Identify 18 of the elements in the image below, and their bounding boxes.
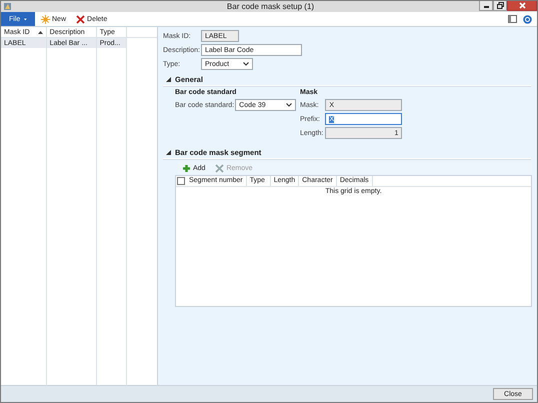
cross-icon bbox=[76, 14, 86, 24]
window-title: Bar code mask setup (1) bbox=[226, 2, 316, 11]
chevron-icon bbox=[286, 103, 292, 107]
app-icon bbox=[3, 2, 12, 11]
minimize-button[interactable] bbox=[479, 1, 493, 11]
chevron-icon bbox=[242, 62, 249, 66]
restore-button[interactable] bbox=[493, 1, 507, 11]
checkbox[interactable] bbox=[177, 177, 185, 185]
close-button[interactable] bbox=[507, 1, 537, 11]
collapse-icon bbox=[166, 150, 171, 155]
restore-icon bbox=[496, 2, 504, 9]
panel-icon bbox=[508, 15, 517, 23]
cross-icon bbox=[215, 164, 224, 172]
sun-icon bbox=[41, 14, 50, 24]
collapse-icon bbox=[166, 77, 171, 82]
sort-icon bbox=[38, 30, 43, 34]
caret-icon bbox=[24, 18, 27, 20]
plus-icon bbox=[182, 164, 191, 172]
